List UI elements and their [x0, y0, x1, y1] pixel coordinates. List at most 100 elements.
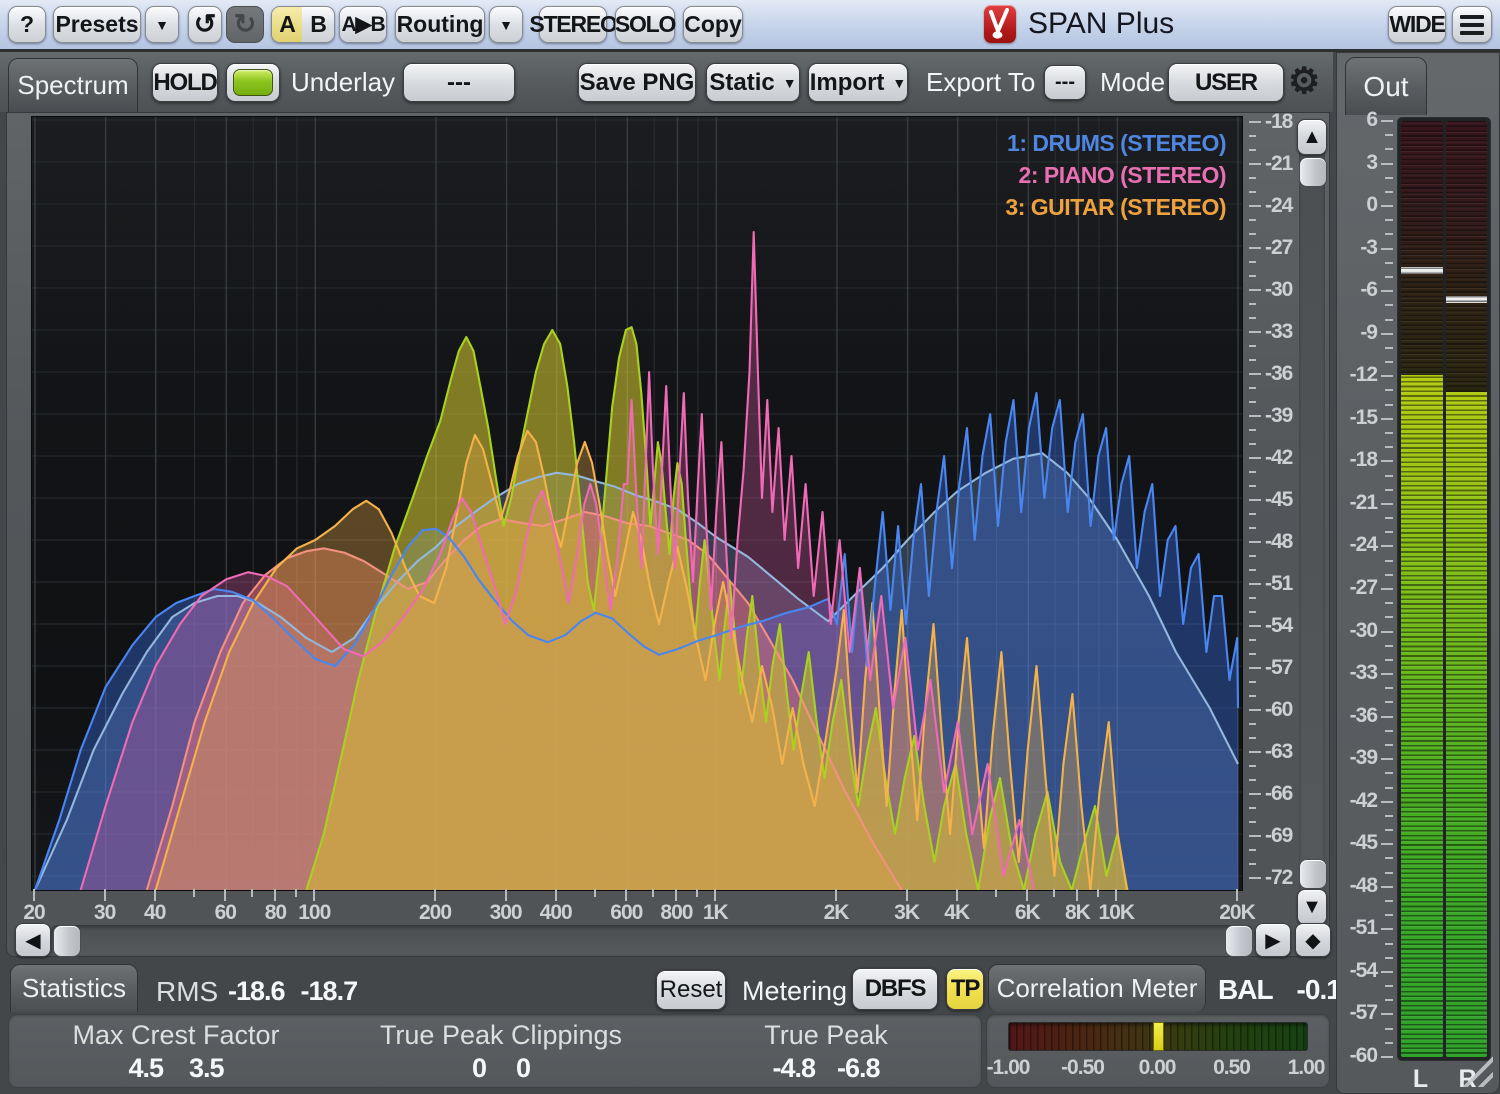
chevron-down-icon: ▼: [155, 17, 169, 33]
settings-gear-icon[interactable]: ⚙: [1288, 60, 1320, 102]
correlation-marker: [1153, 1022, 1164, 1051]
static-dropdown-button[interactable]: Static ▼: [706, 63, 800, 102]
chevron-down-icon: ▼: [783, 75, 797, 91]
diamond-icon: ◆: [1305, 928, 1320, 953]
span-plus-window: ? Presets ▼ ↺ ↻ A B A▶B Routing ▼ STEREO…: [0, 0, 1500, 1094]
statistics-panel: Statistics RMS -18.6 -18.7 Reset Meterin…: [6, 958, 982, 1092]
arrow-left-icon: ◀: [25, 928, 40, 953]
rms-right-value: -18.7: [301, 976, 358, 1007]
vertical-scroll-thumb-top[interactable]: [1299, 157, 1327, 187]
scroll-down-button[interactable]: ▼: [1297, 889, 1327, 925]
bal-label: BAL: [1218, 974, 1273, 1006]
ab-switch-b[interactable]: B: [302, 7, 334, 42]
help-button[interactable]: ?: [8, 6, 46, 43]
import-dropdown-button[interactable]: Import ▼: [808, 63, 908, 102]
titlebar: ? Presets ▼ ↺ ↻ A B A▶B Routing ▼ STEREO…: [0, 0, 1500, 52]
save-png-button[interactable]: Save PNG: [578, 63, 696, 102]
import-label: Import: [810, 69, 885, 97]
vertical-scroll-thumb-bottom[interactable]: [1299, 859, 1327, 889]
metering-dbfs-button[interactable]: DBFS: [852, 968, 938, 1010]
vertical-scrollbar: ▲ ▼: [1297, 119, 1327, 919]
correlation-scale-label: 0.50: [1202, 1056, 1262, 1080]
tab-statistics[interactable]: Statistics: [10, 964, 138, 1012]
legend-item: 1: DRUMS (STEREO): [1005, 127, 1226, 159]
output-meter-panel: Out 630-3-6-9-12-15-18-21-24-27-30-33-36…: [1336, 52, 1500, 1094]
rms-left-value: -18.6: [228, 976, 285, 1007]
legend-item: 3: GUITAR (STEREO): [1005, 191, 1226, 223]
correlation-meter-header: Correlation Meter: [988, 964, 1206, 1012]
db-scale: -18-21-24-27-30-33-36-39-42-45-48-51-54-…: [1243, 116, 1301, 891]
wide-button[interactable]: WIDE: [1388, 6, 1446, 43]
stereo-button[interactable]: STEREO: [539, 6, 607, 43]
reset-button[interactable]: Reset: [656, 970, 726, 1010]
true-peak-group: True Peak -4.8 -6.8: [686, 1020, 966, 1084]
tp-left-value: -4.8: [772, 1053, 815, 1084]
true-peak-label: True Peak: [686, 1020, 966, 1051]
hold-led-button[interactable]: [226, 63, 280, 102]
tpc-left-value: 0: [472, 1053, 486, 1084]
correlation-scale-label: -1.00: [978, 1056, 1038, 1080]
presets-dropdown-button[interactable]: ▼: [145, 6, 179, 43]
export-to-select[interactable]: ---: [1044, 65, 1086, 100]
correlation-scale: -1.00-0.500.000.501.00: [1008, 1052, 1306, 1080]
routing-dropdown-button[interactable]: ▼: [489, 6, 523, 43]
mcf-left-value: 4.5: [128, 1053, 163, 1084]
scroll-left-button[interactable]: ◀: [15, 923, 51, 957]
static-label: Static: [709, 69, 774, 97]
chevron-down-icon: ▼: [892, 75, 906, 91]
scroll-fit-button[interactable]: ◆: [1295, 923, 1331, 957]
correlation-panel: Correlation Meter BAL -0.1 -1.00-0.500.0…: [986, 958, 1330, 1092]
out-meter-bar-right: [1446, 121, 1488, 1057]
horizontal-scrollbar: ◀ ▶ ◆: [11, 923, 1333, 959]
rms-values: -18.6 -18.7: [228, 976, 357, 1007]
correlation-scale-label: 0.00: [1127, 1056, 1187, 1080]
menu-button[interactable]: [1452, 6, 1492, 43]
horizontal-scroll-thumb-right[interactable]: [1225, 925, 1253, 957]
rms-label: RMS: [156, 976, 218, 1008]
green-led-icon: [233, 69, 273, 96]
solo-button[interactable]: SOLO: [615, 6, 675, 43]
peak-marker-right: [1446, 296, 1488, 303]
undo-icon: ↺: [194, 11, 217, 38]
bal-value: -0.1: [1297, 974, 1341, 1006]
metering-tp-button[interactable]: TP: [946, 968, 984, 1010]
mcf-right-value: 3.5: [189, 1053, 224, 1084]
spectrum-display[interactable]: 1: DRUMS (STEREO)2: PIANO (STEREO)3: GUI…: [31, 116, 1243, 891]
out-meter-bar-left: [1401, 121, 1443, 1057]
max-crest-factor-group: Max Crest Factor 4.5 3.5: [36, 1020, 316, 1084]
redo-button[interactable]: ↻: [226, 6, 264, 43]
balance-readout: BAL -0.1: [1218, 974, 1341, 1006]
underlay-select[interactable]: ---: [403, 63, 515, 102]
arrow-up-icon: ▲: [1302, 126, 1322, 149]
output-meter-scale: 630-3-6-9-12-15-18-21-24-27-30-33-36-39-…: [1339, 53, 1397, 1093]
presets-button[interactable]: Presets: [53, 6, 141, 43]
tab-spectrum[interactable]: Spectrum: [8, 58, 138, 112]
true-peak-clippings-group: True Peak Clippings 0 0: [361, 1020, 641, 1084]
spectrum-panel: 1: DRUMS (STEREO)2: PIANO (STEREO)3: GUI…: [6, 112, 1330, 957]
correlation-scale-label: -0.50: [1053, 1056, 1113, 1080]
tpc-right-value: 0: [516, 1053, 530, 1084]
spectrum-toolbar: Spectrum HOLD Underlay --- Save PNG Stat…: [0, 52, 1333, 112]
correlation-bar: [1008, 1022, 1308, 1051]
a-to-b-button[interactable]: A▶B: [339, 6, 387, 43]
redo-icon: ↻: [234, 11, 257, 38]
ab-switch-a[interactable]: A: [272, 7, 302, 42]
scroll-right-button[interactable]: ▶: [1255, 923, 1291, 957]
scroll-up-button[interactable]: ▲: [1297, 119, 1327, 155]
undo-button[interactable]: ↺: [188, 6, 222, 43]
tp-right-value: -6.8: [837, 1053, 880, 1084]
copy-button[interactable]: Copy: [683, 6, 743, 43]
metering-label: Metering: [742, 976, 847, 1007]
mode-select[interactable]: USER: [1168, 63, 1284, 102]
underlay-label: Underlay: [291, 67, 395, 98]
hold-button[interactable]: HOLD: [152, 63, 218, 102]
menu-icon: [1460, 15, 1484, 35]
mode-label: Mode: [1100, 67, 1165, 98]
horizontal-scroll-thumb-left[interactable]: [53, 925, 81, 957]
legend-item: 2: PIANO (STEREO): [1005, 159, 1226, 191]
routing-button[interactable]: Routing: [395, 6, 485, 43]
export-to-label: Export To: [926, 67, 1035, 98]
ab-switch: A B: [271, 6, 335, 43]
arrow-down-icon: ▼: [1302, 896, 1322, 919]
correlation-scale-label: 1.00: [1276, 1056, 1336, 1080]
